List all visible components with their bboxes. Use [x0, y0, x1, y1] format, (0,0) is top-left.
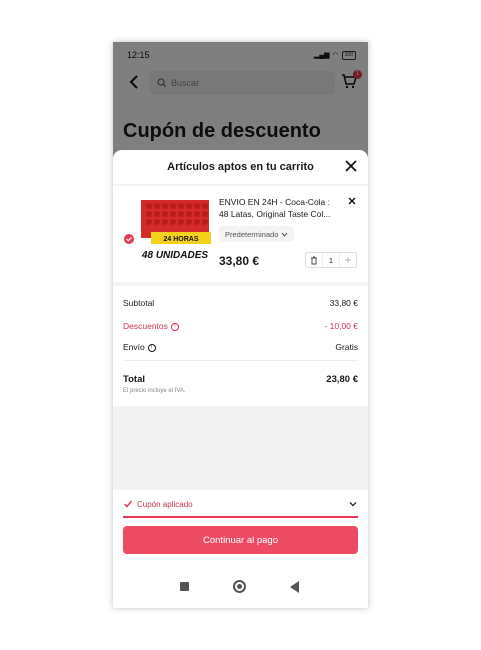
phone-screen: 12:15 ▂▄▆ ◠ 100 Buscar 1 Cupón de descue… [113, 42, 368, 608]
discount-info-icon[interactable]: ! [170, 322, 179, 331]
recents-button[interactable] [180, 582, 189, 591]
discount-row: Descuentos! - 10,00 € [123, 321, 358, 331]
product-image-text-1: 24 HORAS [163, 236, 198, 243]
delete-icon[interactable] [306, 253, 322, 267]
chevron-down-icon [281, 232, 288, 237]
coupon-label: Cupón aplicado [137, 499, 193, 509]
system-navigation-bar [113, 576, 368, 600]
item-selected-check-icon[interactable] [124, 234, 134, 244]
subtotal-label: Subtotal [123, 298, 155, 308]
check-icon [123, 500, 133, 508]
variant-label: Predeterminado [225, 229, 279, 239]
continue-to-payment-button[interactable]: Continuar al pago [123, 526, 358, 554]
total-value: 23,80 € [326, 374, 358, 385]
home-button[interactable] [233, 580, 246, 593]
sheet-title: Artículos aptos en tu carrito [167, 161, 314, 173]
coupon-toggle[interactable]: Cupón aplicado [123, 496, 358, 512]
product-image[interactable]: 24 HORAS 48 UNIDADES [137, 196, 213, 268]
quantity-value[interactable]: 1 [322, 253, 340, 267]
system-back-button[interactable] [290, 581, 299, 593]
total-label: Total [123, 374, 145, 385]
discount-value: - 10,00 € [324, 321, 358, 331]
item-price: 33,80 € [219, 254, 260, 268]
subtotal-row: Subtotal 33,80 € [123, 298, 358, 308]
tax-note: El precio incluye el IVA. [123, 388, 186, 394]
cart-item: 24 HORAS 48 UNIDADES ENVIO EN 24H - Coca… [113, 186, 368, 282]
shipping-info-icon[interactable]: ! [147, 343, 156, 352]
shipping-row: Envío! Gratis [123, 342, 358, 352]
coupon-underline [123, 516, 358, 518]
product-title[interactable]: ENVIO EN 24H - Coca-Cola : 48 Latas, Ori… [219, 196, 341, 220]
checkout-footer: Cupón aplicado Continuar al pago [113, 490, 368, 608]
product-image-text-2: 48 UNIDADES [141, 250, 208, 261]
subtotal-value: 33,80 € [329, 298, 358, 308]
plus-icon[interactable] [340, 253, 356, 267]
variant-selector[interactable]: Predeterminado [219, 226, 295, 242]
quantity-stepper: 1 [305, 252, 357, 268]
sheet-header: Artículos aptos en tu carrito [113, 150, 368, 184]
discount-label: Descuentos [123, 321, 168, 331]
total-row: Total 23,80 € [123, 374, 358, 385]
remove-item-icon[interactable] [347, 196, 357, 206]
chevron-down-icon [349, 502, 357, 507]
shipping-label: Envío [123, 342, 145, 352]
shipping-value: Gratis [335, 342, 358, 352]
close-icon[interactable] [344, 159, 358, 173]
summary-divider [123, 360, 358, 361]
price-summary: Subtotal 33,80 € Descuentos! - 10,00 € E… [113, 286, 368, 406]
